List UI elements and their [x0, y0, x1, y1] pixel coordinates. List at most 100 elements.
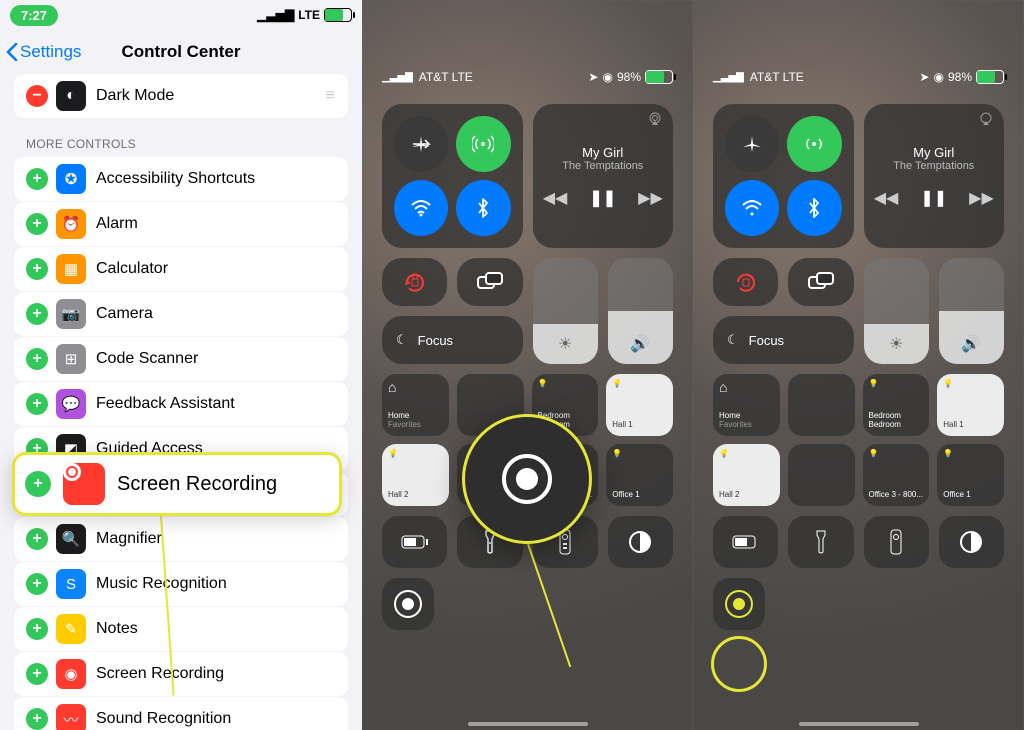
settings-panel: 7:27 ▁▃▅▇ LTE Settings Control Center − … [0, 0, 362, 730]
airplane-button[interactable] [725, 116, 779, 172]
add-icon[interactable]: + [26, 573, 48, 595]
row-label: Feedback Assistant [96, 395, 336, 413]
connectivity-tile[interactable] [382, 104, 523, 248]
add-icon[interactable]: + [26, 303, 48, 325]
music-tile[interactable]: My Girl The Temptations ◀◀ ❚❚ ▶▶ [864, 104, 1005, 248]
volume-slider[interactable]: 🔊 [939, 258, 1004, 364]
accessibility-icon: ✪ [56, 164, 86, 194]
music-tile[interactable]: My Girl The Temptations ◀◀ ❚❚ ▶▶ [533, 104, 674, 248]
rewind-button[interactable]: ◀◀ [874, 188, 899, 208]
screen-mirroring-button[interactable] [457, 258, 522, 306]
airplay-icon[interactable] [978, 112, 994, 131]
more-row-shazam[interactable]: + S Music Recognition [14, 562, 348, 606]
add-icon[interactable]: + [26, 618, 48, 640]
more-row-accessibility[interactable]: + ✪ Accessibility Shortcuts [14, 157, 348, 201]
battery-icon [324, 8, 352, 22]
more-row-calculator[interactable]: + ▦ Calculator [14, 247, 348, 291]
add-icon[interactable]: + [26, 258, 48, 280]
home-icon: ⌂ [388, 380, 396, 395]
bluetooth-button[interactable] [787, 180, 841, 236]
hall2-tile[interactable]: 💡Hall 2 [713, 444, 780, 506]
dark-mode-button[interactable] [608, 516, 673, 568]
add-icon[interactable]: + [25, 471, 51, 497]
hall1-tile[interactable]: 💡Hall 1 [937, 374, 1004, 436]
low-power-button[interactable] [713, 516, 778, 568]
record-icon: ◉ [56, 659, 86, 689]
more-row-feedback[interactable]: + 💬 Feedback Assistant [14, 382, 348, 426]
more-row-notes[interactable]: + ✎ Notes [14, 607, 348, 651]
orientation-lock-button[interactable] [713, 258, 778, 306]
hall2-tile[interactable]: 💡Hall 2 [382, 444, 449, 506]
statusbar: 7:27 ▁▃▅▇ LTE [0, 0, 362, 30]
home-indicator[interactable] [799, 722, 919, 726]
music-artist: The Temptations [562, 160, 643, 172]
pause-button[interactable]: ❚❚ [920, 188, 947, 208]
orientation-lock-button[interactable] [382, 258, 447, 306]
row-label: Camera [96, 305, 336, 323]
rewind-button[interactable]: ◀◀ [543, 188, 568, 208]
row-label: Notes [96, 620, 336, 638]
forward-button[interactable]: ▶▶ [969, 188, 994, 208]
cellular-button[interactable] [456, 116, 510, 172]
control-center-panel-1: ▁▃▅▇ AT&T LTE ➤ ◉ 98% My Girl The Tempta… [362, 0, 693, 730]
screen-recording-button[interactable] [382, 578, 434, 630]
included-row-darkmode[interactable]: − ◐ Dark Mode ≡ [14, 74, 348, 118]
more-row-qr[interactable]: + ⊞ Code Scanner [14, 337, 348, 381]
brightness-slider[interactable]: ☀ [864, 258, 929, 364]
office3-tile[interactable]: 💡Office 3 - 800... [863, 444, 930, 506]
low-power-button[interactable] [382, 516, 447, 568]
add-icon[interactable]: + [26, 213, 48, 235]
remote-button[interactable] [864, 516, 929, 568]
reorder-grip-icon[interactable]: ≡ [326, 87, 336, 105]
navbar: Settings Control Center [0, 30, 362, 74]
forward-button[interactable]: ▶▶ [638, 188, 663, 208]
record-icon [63, 463, 105, 505]
hall1-tile[interactable]: 💡Hall 1 [606, 374, 673, 436]
focus-label: Focus [418, 333, 453, 348]
back-button[interactable]: Settings [0, 42, 81, 62]
brightness-icon: ☀ [558, 334, 572, 354]
focus-button[interactable]: ☾Focus [713, 316, 854, 364]
add-icon[interactable]: + [26, 528, 48, 550]
add-icon[interactable]: + [26, 348, 48, 370]
more-row-record[interactable]: + ◉ Screen Recording [14, 652, 348, 696]
brightness-slider[interactable]: ☀ [533, 258, 598, 364]
more-row-alarm[interactable]: + ⏰ Alarm [14, 202, 348, 246]
row-label: Dark Mode [96, 87, 326, 105]
home-favorites-tile[interactable]: ⌂HomeFavorites [713, 374, 780, 436]
music-title: My Girl [582, 145, 623, 160]
wifi-button[interactable] [394, 180, 448, 236]
office1-tile[interactable]: 💡Office 1 [937, 444, 1004, 506]
recording-active-highlight [711, 636, 767, 692]
add-icon[interactable]: + [26, 393, 48, 415]
home-favorites-tile[interactable]: ⌂HomeFavorites [382, 374, 449, 436]
volume-slider[interactable]: 🔊 [608, 258, 673, 364]
dark-mode-button[interactable] [939, 516, 1004, 568]
office1-tile[interactable]: 💡Office 1 [606, 444, 673, 506]
airplay-icon[interactable] [647, 112, 663, 131]
bulb-icon: 💡 [388, 450, 398, 459]
add-icon[interactable]: + [26, 168, 48, 190]
cellular-button[interactable] [787, 116, 841, 172]
focus-button[interactable]: ☾ Focus [382, 316, 523, 364]
wifi-button[interactable] [725, 180, 779, 236]
add-icon[interactable]: + [26, 663, 48, 685]
remove-icon[interactable]: − [26, 85, 48, 107]
row-label: Screen Recording [96, 665, 336, 683]
home-indicator[interactable] [468, 722, 588, 726]
add-icon[interactable]: + [26, 708, 48, 730]
more-row-sound[interactable]: + 〰 Sound Recognition [14, 697, 348, 730]
more-row-magnifier[interactable]: + 🔍 Magnifier [14, 517, 348, 561]
bedroom-tile[interactable]: 💡Bedroom Bedroom [863, 374, 930, 436]
pause-button[interactable]: ❚❚ [589, 188, 616, 208]
airplane-button[interactable] [394, 116, 448, 172]
home-tile-blank[interactable] [788, 374, 855, 436]
bluetooth-button[interactable] [456, 180, 510, 236]
screen-recording-button-active[interactable] [713, 578, 765, 630]
flashlight-button[interactable] [788, 516, 853, 568]
row-label: Accessibility Shortcuts [96, 170, 336, 188]
screen-mirroring-button[interactable] [788, 258, 853, 306]
home-tile-blank2[interactable] [788, 444, 855, 506]
connectivity-tile[interactable] [713, 104, 854, 248]
more-row-camera[interactable]: + 📷 Camera [14, 292, 348, 336]
